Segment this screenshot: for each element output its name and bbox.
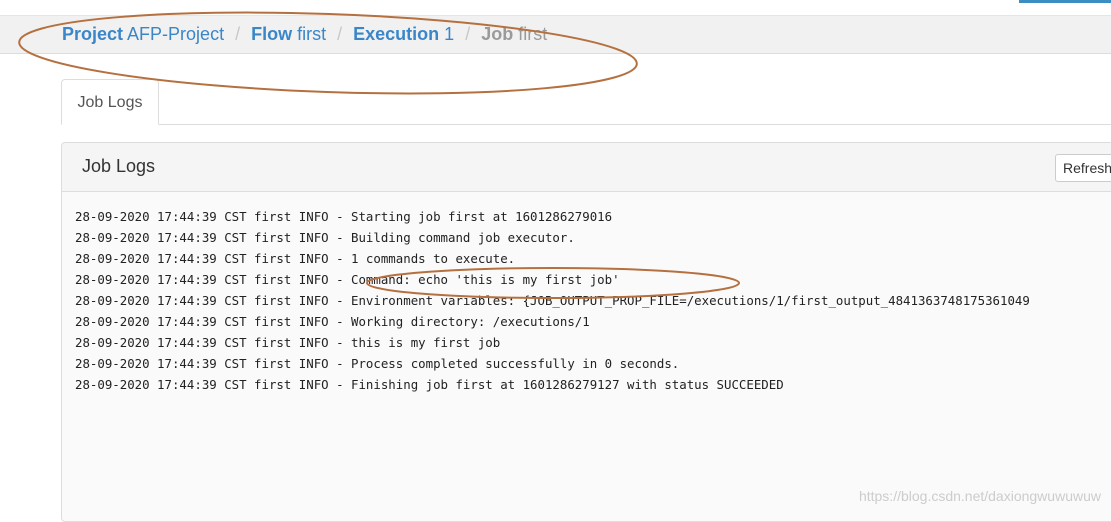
log-line: 28-09-2020 17:44:39 CST first INFO - Pro…: [75, 356, 680, 371]
log-line: 28-09-2020 17:44:39 CST first INFO - Env…: [75, 293, 1030, 308]
breadcrumb-bar: Project AFP-Project / Flow first / Execution…: [0, 16, 1111, 54]
log-line: 28-09-2020 17:44:39 CST first INFO - Wor…: [75, 314, 590, 329]
breadcrumb-execution-link[interactable]: Execution 1: [353, 24, 454, 44]
breadcrumb-separator: /: [235, 24, 241, 44]
breadcrumb-separator: /: [465, 24, 471, 44]
log-line: 28-09-2020 17:44:39 CST first INFO - Sta…: [75, 209, 613, 224]
log-line: 28-09-2020 17:44:39 CST first INFO - Bui…: [75, 230, 575, 245]
log-line: 28-09-2020 17:44:39 CST first INFO - Fin…: [75, 377, 784, 392]
panel-title: Job Logs: [82, 156, 156, 176]
breadcrumb-separator: /: [337, 24, 343, 44]
panel-header: Job Logs Refresh: [62, 143, 1111, 192]
log-line: 28-09-2020 17:44:39 CST first INFO - Com…: [75, 272, 620, 287]
breadcrumb-current-job: Job first: [481, 24, 548, 44]
refresh-button[interactable]: Refresh: [1055, 154, 1111, 182]
tab-job-logs[interactable]: Job Logs: [61, 79, 159, 125]
job-logs-panel: Job Logs Refresh 28-09-2020 17:44:39 CST…: [61, 142, 1111, 522]
watermark: https://blog.csdn.net/daxiongwuwuwuw: [858, 488, 1101, 504]
log-output: 28-09-2020 17:44:39 CST first INFO - Sta…: [75, 206, 1030, 395]
navbar-accent: [1019, 0, 1111, 3]
top-navbar: [0, 0, 1111, 16]
breadcrumb: Project AFP-Project / Flow first / Execution…: [62, 23, 547, 45]
log-line: 28-09-2020 17:44:39 CST first INFO - 1 c…: [75, 251, 516, 266]
tab-bar-border: [62, 124, 1111, 125]
breadcrumb-project-link[interactable]: Project AFP-Project: [62, 24, 224, 44]
log-line: 28-09-2020 17:44:39 CST first INFO - thi…: [75, 335, 501, 350]
breadcrumb-flow-link[interactable]: Flow first: [251, 24, 326, 44]
